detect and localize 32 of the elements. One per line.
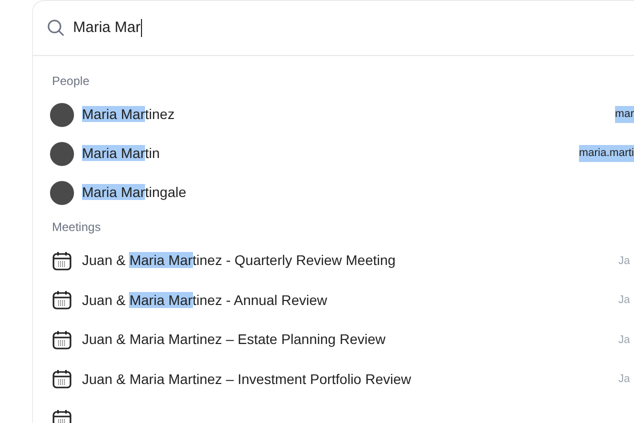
section-heading: Meetings <box>51 219 102 236</box>
meeting-date: Ja <box>618 332 630 348</box>
meeting-item[interactable]: Juan & Maria Martinez - Annual Review Ja <box>33 280 634 320</box>
person-name: Maria Martingale <box>82 183 186 202</box>
person-item[interactable]: Maria Martinez mar <box>33 95 634 134</box>
meeting-title: Juan & Maria Martinez - Quarterly Review Meeting <box>82 251 396 270</box>
calendar-icon <box>52 250 72 271</box>
meeting-date: Ja <box>618 372 630 387</box>
person-name: Maria Martinez <box>82 105 175 124</box>
search-field[interactable]: Maria Mar <box>73 16 142 40</box>
meeting-item[interactable]: Juan & Maria Martinez – Estate Planning Review Ja <box>33 320 634 360</box>
person-email: maria.marti <box>578 145 634 162</box>
avatar <box>50 180 74 204</box>
person-item[interactable]: Maria Martingale <box>33 173 634 212</box>
calendar-icon <box>52 408 72 423</box>
meeting-item[interactable]: Juan & Maria Martinez - Quarterly Review Meeting Ja <box>33 241 634 280</box>
meeting-title: Juan & Maria Martinez – Investment Portfolio Review <box>82 370 412 389</box>
calendar-icon <box>52 369 72 390</box>
calendar-icon <box>52 290 72 310</box>
meeting-date: Ja <box>618 293 630 308</box>
calendar-icon <box>52 330 72 350</box>
avatar <box>50 102 74 126</box>
avatar <box>50 142 74 166</box>
meeting-title: Juan & Maria Martinez – Estate Planning Review <box>82 330 386 350</box>
meeting-item[interactable]: Juan & Maria Martinez – Investment Portfolio Review Ja <box>33 360 634 399</box>
person-email: mar <box>615 106 634 123</box>
person-name: Maria Martin <box>82 144 160 163</box>
section-heading: People <box>51 73 90 90</box>
search-icon <box>47 19 65 37</box>
meeting-date: Ja <box>618 254 630 268</box>
person-item[interactable]: Maria Martin maria.marti <box>33 134 634 173</box>
meeting-title: Juan & Maria Martinez - Annual Review <box>82 290 328 310</box>
